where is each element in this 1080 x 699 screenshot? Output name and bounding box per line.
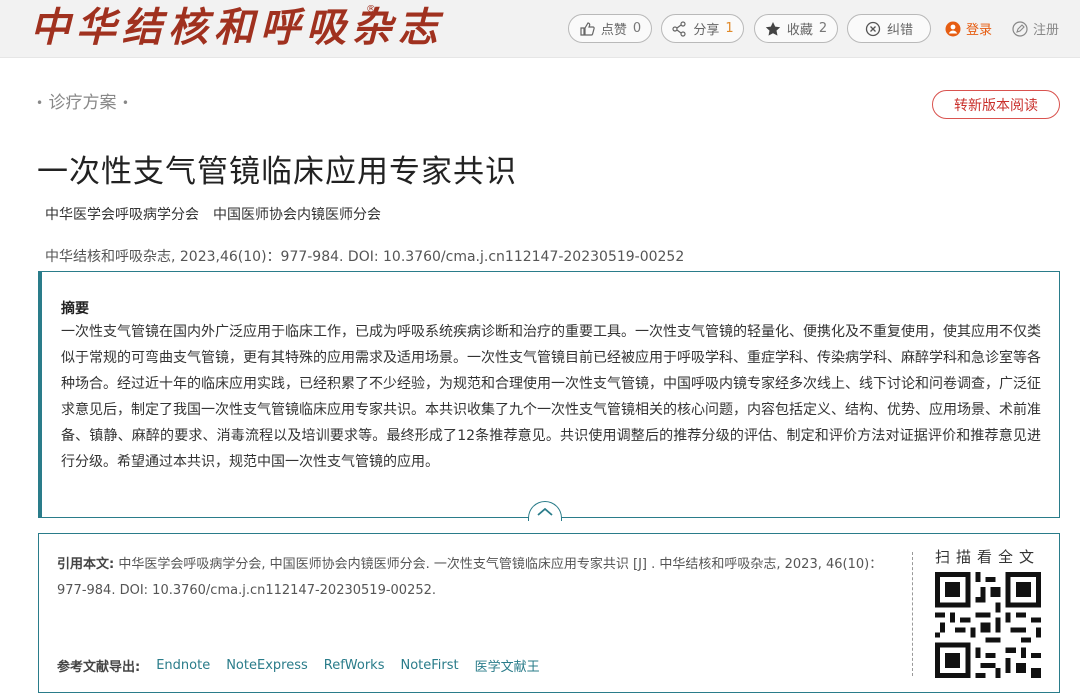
like-button[interactable]: 点赞 0 [568, 14, 652, 43]
journal-citation: 中华结核和呼吸杂志, 2023,46(10)：977-984. DOI: 10.… [45, 249, 685, 265]
register-label: 注册 [1033, 23, 1060, 38]
qr-divider [912, 552, 913, 676]
author-item[interactable]: 中华医学会呼吸病学分会 [45, 204, 199, 224]
share-count: 1 [725, 21, 734, 36]
export-noteexpress-link[interactable]: NoteExpress [226, 658, 308, 673]
abstract-box: 摘要 一次性支气管镜在国内外广泛应用于临床工作，已成为呼吸系统疾病诊断和治疗的重… [38, 271, 1060, 518]
bullet-dot-icon: • [121, 96, 129, 110]
cite-label: 引用本文: [57, 557, 115, 572]
bullet-dot-icon: • [36, 96, 44, 110]
export-refworks-link[interactable]: RefWorks [324, 658, 385, 673]
export-endnote-link[interactable]: Endnote [156, 658, 210, 673]
qr-code-icon[interactable] [935, 572, 1041, 678]
like-count: 0 [632, 21, 642, 36]
author-list: 中华医学会呼吸病学分会 中国医师协会内镜医师分会 [45, 204, 381, 224]
registered-mark: ® [366, 4, 376, 15]
share-button[interactable]: 分享 1 [661, 14, 744, 43]
chevron-up-icon [537, 507, 553, 516]
export-yixuewenxianwang-link[interactable]: 医学文献王 [475, 656, 540, 675]
like-label: 点赞 [600, 23, 627, 38]
scan-label: 扫描看全文 [935, 548, 1041, 566]
reference-export: 参考文献导出: Endnote NoteExpress RefWorks Not… [57, 656, 540, 675]
favorite-button[interactable]: 收藏 2 [754, 14, 838, 43]
new-version-button[interactable]: 转新版本阅读 [932, 90, 1060, 119]
article-title: 一次性支气管镜临床应用专家共识 [37, 154, 517, 190]
abstract-heading: 摘要 [61, 301, 89, 317]
export-label: 参考文献导出: [57, 660, 141, 675]
pencil-circle-icon [1012, 20, 1028, 37]
thumbs-up-icon [580, 21, 595, 36]
cite-box: 引用本文: 中华医学会呼吸病学分会, 中国医师协会内镜医师分会. 一次性支气管镜… [38, 533, 1060, 693]
register-link[interactable]: 注册 [1012, 14, 1059, 43]
category-label: 诊疗方案 [48, 93, 117, 113]
cite-text: 中华医学会呼吸病学分会, 中国医师协会内镜医师分会. 一次性支气管镜临床应用专家… [57, 557, 883, 598]
article-category: • 诊疗方案 • [36, 88, 129, 113]
export-notefirst-link[interactable]: NoteFirst [400, 658, 458, 673]
login-link[interactable]: 登录 [945, 14, 992, 43]
star-icon [765, 21, 781, 36]
journal-logo[interactable]: 中华结核和呼吸杂志 [30, 2, 444, 54]
share-icon [672, 20, 686, 37]
author-item[interactable]: 中国医师协会内镜医师分会 [213, 204, 381, 224]
user-icon [945, 21, 961, 36]
correct-button[interactable]: 纠错 [847, 14, 931, 43]
top-bar: 中华结核和呼吸杂志 ® 点赞 0 分享 1 收藏 2 纠错 登录 注册 [0, 0, 1080, 58]
error-circle-icon [865, 21, 881, 36]
favorite-count: 2 [818, 21, 828, 36]
abstract-text: 一次性支气管镜在国内外广泛应用于临床工作，已成为呼吸系统疾病诊断和治疗的重要工具… [61, 324, 1041, 470]
share-label: 分享 [693, 23, 720, 38]
correct-label: 纠错 [886, 23, 913, 38]
cite-this-article: 引用本文: 中华医学会呼吸病学分会, 中国医师协会内镜医师分会. 一次性支气管镜… [57, 552, 897, 604]
favorite-label: 收藏 [786, 23, 813, 38]
login-label: 登录 [966, 23, 993, 38]
